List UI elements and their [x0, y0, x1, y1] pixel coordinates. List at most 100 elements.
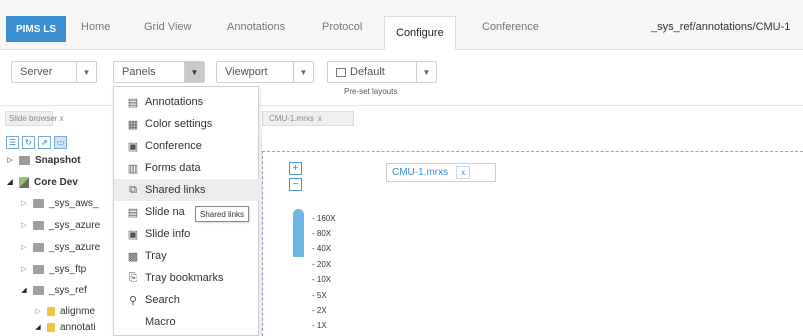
menu-item-macro[interactable]: Macro: [114, 311, 260, 333]
zoom-in-button[interactable]: +: [289, 162, 302, 175]
menu-item-label: Macro: [145, 316, 176, 328]
close-slide-button[interactable]: x: [456, 166, 471, 179]
menu-item-tray[interactable]: ▩ Tray: [114, 245, 260, 267]
breadcrumb: _sys_ref/annotations/CMU-1: [651, 21, 791, 33]
slide-nav-icon: ▤: [127, 206, 139, 219]
slide-info-icon: ▣: [127, 228, 139, 241]
image-icon[interactable]: ▭: [54, 136, 67, 149]
menu-item-conference[interactable]: ▣ Conference: [114, 135, 260, 157]
drive-icon: [33, 198, 44, 208]
annotations-icon: ▤: [127, 96, 139, 109]
tree-item-core-dev[interactable]: ◢ Core Dev: [6, 173, 78, 191]
expand-arrow-icon[interactable]: ▷: [20, 243, 28, 251]
tab-conference[interactable]: Conference: [482, 21, 539, 33]
menu-item-slide-info[interactable]: ▣ Slide info: [114, 223, 260, 245]
menu-item-annotations[interactable]: ▤ Annotations: [114, 91, 260, 113]
viewport-label: Viewport: [225, 66, 268, 78]
tree-item-sys-azure-1[interactable]: ▷ _sys_azure: [20, 216, 100, 234]
close-icon[interactable]: x: [59, 114, 63, 123]
collapse-arrow-icon[interactable]: ◢: [34, 323, 42, 331]
tree-item-label: _sys_ref: [49, 284, 87, 296]
tab-annotations[interactable]: Annotations: [227, 21, 285, 33]
drive-icon: [33, 220, 44, 230]
tree-item-label: Snapshot: [35, 154, 81, 166]
tree-item-annotations[interactable]: ◢ annotati: [34, 318, 95, 336]
menu-item-shared-links[interactable]: ⧉ Shared links: [114, 179, 260, 201]
chevron-down-icon[interactable]: ▼: [76, 62, 96, 82]
expand-arrow-icon[interactable]: ▷: [20, 221, 28, 229]
tree-item-sys-aws[interactable]: ▷ _sys_aws_: [20, 194, 98, 212]
menu-item-label: Tray bookmarks: [145, 272, 224, 284]
tree-item-label: _sys_aws_: [49, 197, 99, 209]
menu-item-label: Color settings: [145, 118, 213, 130]
chevron-down-icon[interactable]: ▼: [184, 62, 204, 82]
tree-item-label: Core Dev: [34, 176, 78, 188]
tree-item-sys-ref[interactable]: ◢ _sys_ref: [20, 281, 87, 299]
preset-layout-label: Default: [328, 66, 393, 78]
zoom-level[interactable]: - 80X: [312, 229, 331, 238]
viewport-dropdown[interactable]: Viewport ▼: [216, 61, 314, 83]
server-dropdown[interactable]: Server ▼: [11, 61, 97, 83]
tray-bookmarks-icon: ⎘: [128, 271, 138, 284]
drive-icon: [33, 242, 44, 252]
zoom-level[interactable]: - 20X: [312, 260, 331, 269]
zoom-out-button[interactable]: −: [289, 178, 302, 191]
tab-grid-view[interactable]: Grid View: [144, 21, 191, 33]
share-icon[interactable]: ⇗: [38, 136, 51, 149]
menu-item-label: Annotations: [145, 96, 204, 108]
chevron-down-icon[interactable]: ▼: [293, 62, 313, 82]
drive-icon: [33, 264, 44, 274]
tab-home[interactable]: Home: [81, 21, 110, 33]
drive-icon: [33, 285, 44, 295]
expand-arrow-icon[interactable]: ▷: [34, 307, 42, 315]
zoom-level[interactable]: - 160X: [312, 214, 336, 223]
preset-layout-dropdown[interactable]: Default ▼: [327, 61, 437, 83]
tree-item-snapshot[interactable]: ▷ Snapshot: [6, 151, 81, 169]
list-icon[interactable]: ☰: [6, 136, 19, 149]
expand-arrow-icon[interactable]: ▷: [20, 199, 28, 207]
tree-item-sys-azure-2[interactable]: ▷ _sys_azure: [20, 238, 100, 256]
menu-item-label: Shared links: [145, 184, 206, 196]
slide-browser-tab[interactable]: Slide browser x: [5, 111, 63, 126]
top-navigation: PIMS LS Home Grid View Annotations Proto…: [0, 0, 803, 50]
menu-item-search[interactable]: ⚲ Search: [114, 289, 260, 311]
viewer-panel: [261, 130, 803, 336]
preset-layouts-caption: Pre-set layouts: [344, 87, 398, 96]
zoom-level[interactable]: - 10X: [312, 275, 331, 284]
expand-arrow-icon[interactable]: ▷: [6, 156, 14, 164]
panels-dropdown[interactable]: Panels ▼: [113, 61, 205, 83]
chevron-down-icon[interactable]: ▼: [416, 62, 436, 82]
zoom-level[interactable]: - 40X: [312, 244, 331, 253]
zoom-slider-fill[interactable]: [293, 209, 304, 258]
viewport-border-left: [262, 151, 263, 336]
collapse-arrow-icon[interactable]: ◢: [6, 178, 14, 186]
menu-item-tray-bookmarks[interactable]: ⎘ Tray bookmarks: [114, 267, 260, 289]
menu-item-color-settings[interactable]: ▦ Color settings: [114, 113, 260, 135]
viewport-border-top: [262, 151, 803, 152]
menu-item-forms-data[interactable]: ▥ Forms data: [114, 157, 260, 179]
color-settings-icon: ▦: [127, 118, 139, 131]
folder-icon: [47, 322, 55, 332]
zoom-controls: + −: [289, 162, 302, 191]
zoom-slider[interactable]: [293, 209, 304, 336]
tab-configure[interactable]: Configure: [384, 16, 456, 50]
zoom-level[interactable]: - 5X: [312, 291, 327, 300]
default-layout-label: Default: [350, 66, 385, 78]
brand-logo[interactable]: PIMS LS: [6, 16, 66, 42]
tab-protocol[interactable]: Protocol: [322, 21, 362, 33]
tree-item-sys-ftp[interactable]: ▷ _sys_ftp: [20, 260, 86, 278]
slide-browser-tab-label: Slide browser: [9, 114, 58, 123]
zoom-level[interactable]: - 2X: [312, 306, 327, 315]
zoom-level[interactable]: - 1X: [312, 321, 327, 330]
tree-item-label: _sys_azure: [49, 241, 101, 253]
close-icon[interactable]: x: [318, 114, 322, 123]
refresh-icon[interactable]: ↻: [22, 136, 35, 149]
menu-item-label: Forms data: [145, 162, 201, 174]
slide-name[interactable]: CMU-1.mrxs: [392, 167, 448, 178]
collapse-arrow-icon[interactable]: ◢: [20, 286, 28, 294]
menu-item-label: Slide na: [145, 206, 185, 218]
viewer-tab[interactable]: CMU-1.mrxs x: [262, 111, 354, 126]
conference-icon: ▣: [127, 140, 139, 153]
forms-data-icon: ▥: [127, 162, 139, 175]
expand-arrow-icon[interactable]: ▷: [20, 265, 28, 273]
